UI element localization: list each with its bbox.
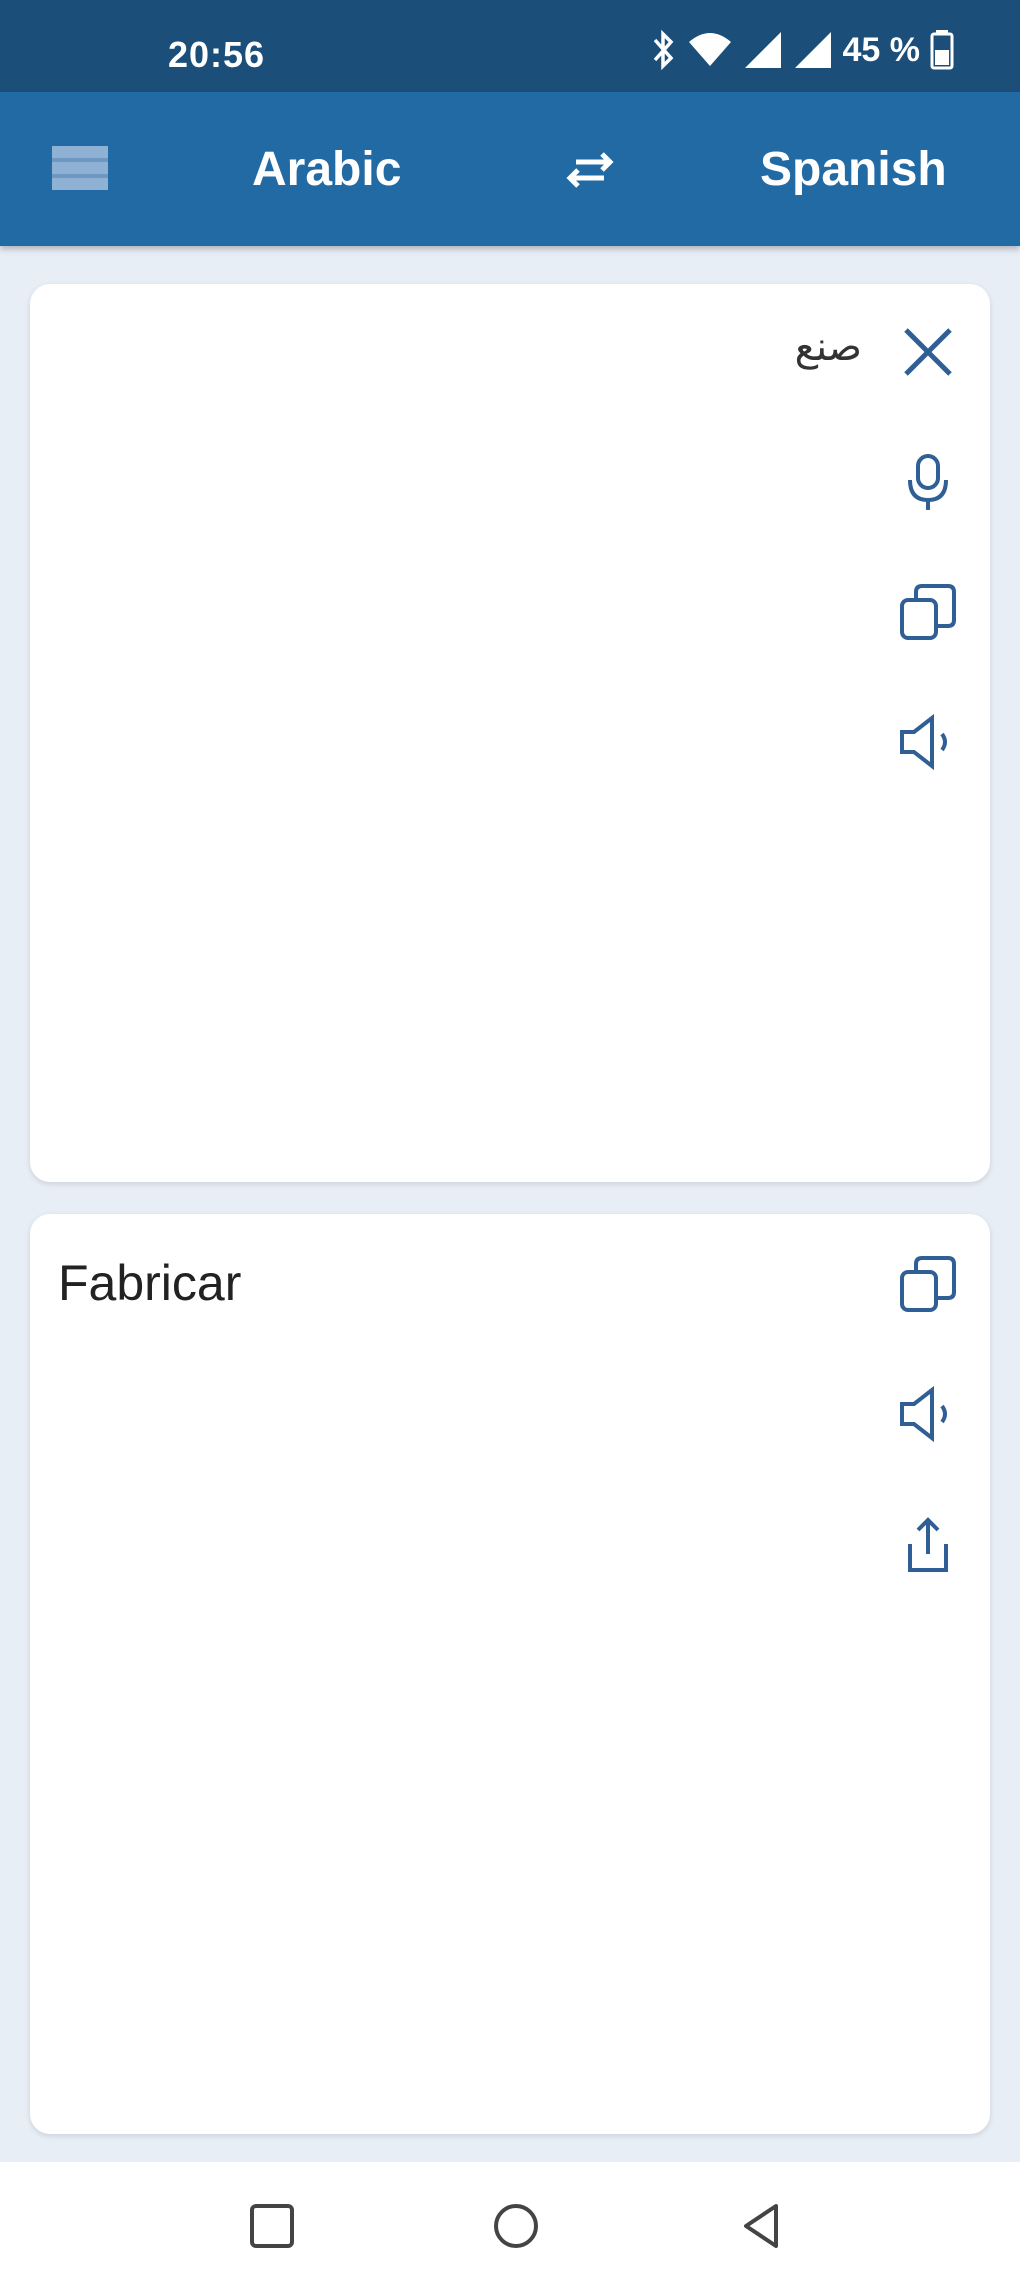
home-icon[interactable] bbox=[488, 2198, 544, 2254]
speaker-icon bbox=[900, 1385, 947, 1443]
menu-icon[interactable] bbox=[52, 146, 108, 190]
bluetooth-icon bbox=[653, 30, 673, 70]
output-text: Fabricar bbox=[58, 1255, 242, 1311]
speak-output-button[interactable] bbox=[892, 1378, 964, 1450]
input-text[interactable]: صنع bbox=[795, 324, 862, 370]
copy-output-button[interactable] bbox=[892, 1248, 964, 1320]
output-card: Fabricar bbox=[30, 1214, 990, 2134]
share-icon bbox=[908, 1517, 948, 1572]
battery-percent: 45 % bbox=[842, 30, 921, 69]
back-icon[interactable] bbox=[734, 2198, 790, 2254]
copy-input-button[interactable] bbox=[892, 576, 964, 648]
copy-icon bbox=[900, 1256, 956, 1312]
app-bar: Arabic Spanish bbox=[0, 92, 1020, 246]
copy-icon bbox=[900, 584, 956, 640]
swap-icon[interactable] bbox=[562, 148, 618, 192]
speaker-icon bbox=[900, 713, 947, 771]
status-time: 20:56 bbox=[168, 34, 266, 75]
microphone-button[interactable] bbox=[892, 446, 964, 518]
input-card[interactable]: صنع bbox=[30, 284, 990, 1182]
speak-input-button[interactable] bbox=[892, 706, 964, 778]
target-language-button[interactable]: Spanish bbox=[760, 142, 947, 197]
battery-icon bbox=[930, 30, 954, 70]
status-icons: 45 % bbox=[649, 30, 955, 70]
source-language-button[interactable]: Arabic bbox=[252, 142, 401, 197]
share-output-button[interactable] bbox=[892, 1510, 964, 1582]
wifi-icon bbox=[688, 33, 731, 66]
close-icon bbox=[904, 328, 952, 376]
status-bar: 20:56 45 % bbox=[0, 0, 1020, 92]
signal-icon-2 bbox=[794, 32, 831, 68]
microphone-icon bbox=[908, 454, 948, 510]
system-nav-bar bbox=[0, 2162, 1020, 2287]
clear-button[interactable] bbox=[892, 316, 964, 388]
recent-apps-icon[interactable] bbox=[244, 2198, 300, 2254]
signal-icon bbox=[744, 32, 781, 68]
